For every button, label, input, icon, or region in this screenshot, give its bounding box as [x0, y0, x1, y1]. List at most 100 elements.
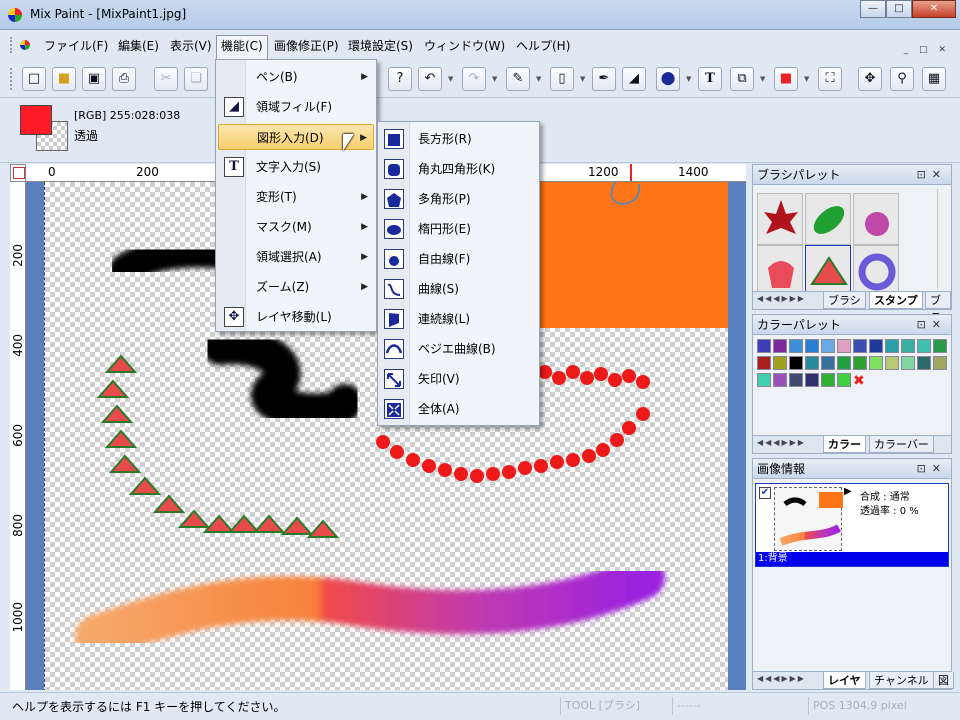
minimize-button[interactable]: — [860, 0, 886, 18]
tab-color[interactable]: カラー [823, 436, 866, 453]
submenu-item-bezier[interactable]: ベジエ曲線(B) [380, 334, 538, 364]
cut-button[interactable]: ✂ [154, 67, 178, 91]
tab-other[interactable]: 図 [933, 672, 954, 689]
tab-nav-arrows[interactable]: ◀◀◀▶▶▶ [757, 674, 806, 683]
help-button[interactable]: ? [388, 67, 412, 91]
color-swatch[interactable] [789, 356, 803, 370]
foreground-color-swatch[interactable] [20, 105, 52, 135]
menu-window[interactable]: ウィンドウ(W) [420, 36, 509, 56]
menu-item-pen[interactable]: ペン(B) ▶ [218, 64, 374, 90]
color-swatch[interactable] [805, 356, 819, 370]
shape-dropdown-icon[interactable]: ▼ [686, 75, 691, 83]
submenu-item-arrow[interactable]: 矢印(V) [380, 364, 538, 394]
zoom-button[interactable]: ⚲ [890, 67, 914, 91]
menu-view[interactable]: 表示(V) [166, 36, 216, 56]
print-button[interactable]: ⎙ [112, 67, 136, 91]
menu-image-adjust[interactable]: 画像修正(P) [270, 36, 343, 56]
fill-button[interactable]: ◢ [622, 67, 646, 91]
pen-tool-button[interactable]: ✎ [506, 67, 530, 91]
menu-item-select-area[interactable]: 領域選択(A) ▶ [218, 244, 374, 270]
color-swatch[interactable] [821, 339, 835, 353]
toolbar-grip[interactable] [10, 68, 14, 90]
color-swatch[interactable] [789, 373, 803, 387]
tab-channel[interactable]: チャンネル [869, 672, 934, 689]
open-folder-button[interactable]: ■ [52, 67, 76, 91]
properties-button[interactable]: ▦ [922, 67, 946, 91]
menu-item-move-layer[interactable]: ✥ レイヤ移動(L) [218, 304, 374, 330]
menu-item-text-input[interactable]: T 文字入力(S) [218, 154, 374, 180]
submenu-item-freehand[interactable]: 自由線(F) [380, 244, 538, 274]
transform-dropdown-icon[interactable]: ▼ [760, 75, 765, 83]
color-swatch[interactable] [837, 373, 851, 387]
move-layer-button[interactable]: ✥ [858, 67, 882, 91]
pen-dropdown-icon[interactable]: ▼ [536, 75, 541, 83]
redo-dropdown-icon[interactable]: ▼ [492, 75, 497, 83]
panel-pin-close-icon[interactable]: ⊡✕ [917, 459, 947, 479]
stamp-green-leaf[interactable] [805, 193, 851, 245]
tab-stamp[interactable]: スタンプ [869, 292, 923, 309]
color-swatch[interactable] [773, 373, 787, 387]
tab-color-bar[interactable]: カラーバー [869, 436, 934, 453]
color-swatch[interactable] [917, 339, 931, 353]
color-swatch[interactable] [933, 356, 947, 370]
menu-function[interactable]: 機能(C) [216, 35, 268, 59]
color-swatch[interactable] [789, 339, 803, 353]
color-swatch[interactable] [773, 339, 787, 353]
select-area-button[interactable]: ⛶ [818, 67, 842, 91]
redo-button[interactable]: ↷ [462, 67, 486, 91]
color-swatch[interactable] [885, 339, 899, 353]
layer-row[interactable]: ✔ ▶ 合成 : 通常 透過率 : 0 % 1:背景 [755, 483, 949, 567]
submenu-item-rounded-rect[interactable]: 角丸四角形(K) [380, 154, 538, 184]
mask-button[interactable]: ■ [774, 67, 798, 91]
document-icon[interactable] [20, 40, 30, 50]
color-swatch[interactable] [837, 339, 851, 353]
new-file-button[interactable]: □ [22, 67, 46, 91]
tab-layer[interactable]: レイヤ [823, 672, 866, 689]
submenu-item-rectangle[interactable]: 長方形(R) [380, 124, 538, 154]
tab-nav-arrows[interactable]: ◀◀◀▶▶▶ [757, 294, 806, 303]
no-color-icon[interactable]: ✖ [853, 373, 865, 389]
color-swatch[interactable] [805, 373, 819, 387]
eraser-button[interactable]: ▯ [550, 67, 574, 91]
undo-button[interactable]: ↶ [418, 67, 442, 91]
color-swatch[interactable] [853, 339, 867, 353]
close-button[interactable]: ✕ [912, 0, 956, 18]
color-swatch[interactable] [869, 356, 883, 370]
menu-item-transform[interactable]: 変形(T) ▶ [218, 184, 374, 210]
layer-options-icon[interactable]: ▶ [844, 486, 852, 497]
tab-brush[interactable]: ブラシ [823, 292, 866, 309]
stamp-ornament[interactable] [853, 193, 899, 245]
undo-dropdown-icon[interactable]: ▼ [448, 75, 453, 83]
brush-palette-scrollbar[interactable] [937, 189, 949, 289]
color-swatch[interactable] [805, 339, 819, 353]
tab-brush-2[interactable]: ブラ [925, 292, 951, 324]
menu-file[interactable]: ファイル(F) [40, 36, 112, 56]
color-swatch[interactable] [773, 356, 787, 370]
submenu-item-ellipse[interactable]: 楕円形(E) [380, 214, 538, 244]
color-swatch[interactable] [757, 356, 771, 370]
brush-button[interactable]: ✒ [592, 67, 616, 91]
color-swatch[interactable] [853, 356, 867, 370]
text-button[interactable]: T [698, 67, 722, 91]
mdi-controls[interactable]: _ □ ✕ [904, 45, 950, 55]
menu-help[interactable]: ヘルプ(H) [512, 36, 574, 56]
panel-pin-close-icon[interactable]: ⊡✕ [917, 165, 947, 185]
mask-dropdown-icon[interactable]: ▼ [804, 75, 809, 83]
color-swatch[interactable] [821, 356, 835, 370]
color-swatch[interactable] [901, 339, 915, 353]
layer-visible-checkbox[interactable]: ✔ [759, 487, 771, 499]
stamp-maple-leaf[interactable] [757, 193, 803, 245]
color-swatch[interactable] [901, 356, 915, 370]
color-swatch[interactable] [933, 339, 947, 353]
ruler-corner[interactable] [10, 164, 26, 182]
color-swatch[interactable] [885, 356, 899, 370]
stamp-ring[interactable] [853, 245, 899, 297]
submenu-item-curve[interactable]: 曲線(S) [380, 274, 538, 304]
color-swatch[interactable] [757, 339, 771, 353]
ellipse-shape-button[interactable]: ⬤ [656, 67, 680, 91]
menu-edit[interactable]: 編集(E) [114, 36, 163, 56]
tab-nav-arrows[interactable]: ◀◀◀▶▶▶ [757, 438, 806, 447]
menu-item-zoom[interactable]: ズーム(Z) ▶ [218, 274, 374, 300]
submenu-item-whole[interactable]: 全体(A) [380, 394, 538, 424]
color-swatch[interactable] [869, 339, 883, 353]
